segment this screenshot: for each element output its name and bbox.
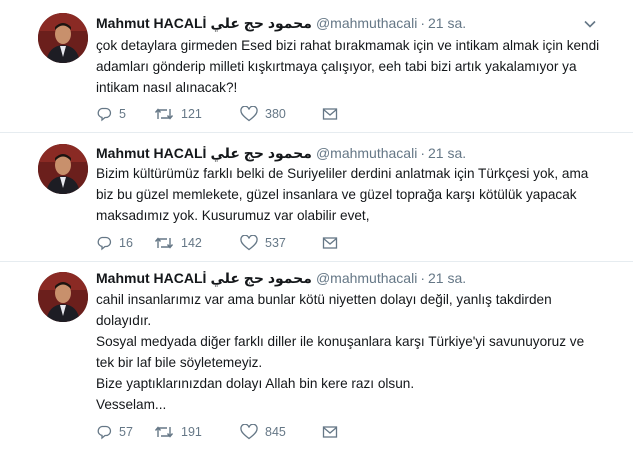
- heart-icon: [240, 424, 258, 440]
- reply-button[interactable]: 5: [96, 106, 154, 122]
- separator-dot: ·: [420, 145, 425, 161]
- retweet-icon: [154, 108, 174, 120]
- tweet-actions: 16 142 537: [96, 233, 338, 253]
- tweet-time[interactable]: 21 sa.: [428, 145, 466, 161]
- envelope-icon: [322, 108, 338, 120]
- retweet-button[interactable]: 142: [154, 235, 240, 251]
- like-button[interactable]: 845: [240, 424, 322, 440]
- like-button[interactable]: 380: [240, 106, 322, 122]
- dm-button[interactable]: [322, 424, 338, 440]
- envelope-icon: [322, 237, 338, 249]
- tweet[interactable]: Mahmut HACALİ محمود حج علي @mahmuthacali · 2…: [0, 0, 633, 133]
- dm-button[interactable]: [322, 106, 338, 122]
- avatar[interactable]: [38, 272, 88, 322]
- reply-button[interactable]: 16: [96, 235, 154, 251]
- author-name[interactable]: Mahmut HACALİ: [96, 145, 206, 161]
- tweet-paragraph: çok detaylara girmeden Esed bizi rahat b…: [96, 38, 600, 95]
- retweet-count: 191: [181, 425, 202, 439]
- reply-icon: [97, 425, 112, 440]
- retweet-icon: [154, 237, 174, 249]
- tweet[interactable]: Mahmut HACALİ محمود حج علي @mahmuthacali · 2…: [0, 262, 633, 451]
- heart-icon: [240, 106, 258, 122]
- author-name-arabic[interactable]: محمود حج علي: [210, 145, 312, 161]
- author-handle[interactable]: @mahmuthacali: [316, 15, 417, 31]
- retweet-button[interactable]: 121: [154, 106, 240, 122]
- reply-icon: [97, 236, 112, 251]
- author-name-arabic[interactable]: محمود حج علي: [210, 270, 312, 286]
- reply-count: 57: [119, 425, 133, 439]
- tweet-paragraph: Bizim kültürümüz farklı belki de Suriyel…: [96, 166, 589, 223]
- tweet-actions: 5 121 380: [96, 104, 338, 124]
- retweet-icon: [154, 426, 174, 438]
- retweet-button[interactable]: 191: [154, 424, 240, 440]
- author-name-arabic[interactable]: محمود حج علي: [210, 15, 312, 31]
- avatar-image: [38, 13, 88, 63]
- like-button[interactable]: 537: [240, 235, 322, 251]
- reply-icon: [97, 107, 112, 122]
- reply-button[interactable]: 57: [96, 424, 154, 440]
- like-count: 537: [265, 236, 286, 250]
- author-handle[interactable]: @mahmuthacali: [316, 145, 417, 161]
- tweet-text: cahil insanlarımız var ama bunlar kötü n…: [96, 289, 601, 415]
- reply-count: 16: [119, 236, 133, 250]
- tweet-paragraph: Bize yaptıklarınızdan dolayı Allah bin k…: [96, 376, 415, 391]
- envelope-icon: [322, 426, 338, 438]
- heart-icon: [240, 235, 258, 251]
- author-name[interactable]: Mahmut HACALİ: [96, 15, 206, 31]
- tweet-paragraph: Sosyal medyada diğer farklı diller ile k…: [96, 334, 585, 370]
- chevron-down-icon[interactable]: [583, 17, 597, 31]
- avatar[interactable]: [38, 13, 88, 63]
- tweet-text: çok detaylara girmeden Esed bizi rahat b…: [96, 35, 601, 98]
- tweet-actions: 57 191 845: [96, 422, 338, 442]
- tweet-header: Mahmut HACALİ محمود حج علي @mahmuthacali · 2…: [96, 143, 466, 163]
- retweet-count: 142: [181, 236, 202, 250]
- dm-button[interactable]: [322, 235, 338, 251]
- author-handle[interactable]: @mahmuthacali: [316, 270, 417, 286]
- author-name[interactable]: Mahmut HACALİ: [96, 270, 206, 286]
- tweet-header: Mahmut HACALİ محمود حج علي @mahmuthacali · 2…: [96, 268, 466, 288]
- tweet-paragraph: Vesselam...: [96, 397, 167, 412]
- tweet-time[interactable]: 21 sa.: [428, 15, 466, 31]
- tweet-paragraph: cahil insanlarımız var ama bunlar kötü n…: [96, 292, 552, 328]
- like-count: 380: [265, 107, 286, 121]
- tweet-header: Mahmut HACALİ محمود حج علي @mahmuthacali · 2…: [96, 13, 466, 33]
- reply-count: 5: [119, 107, 126, 121]
- separator-dot: ·: [420, 270, 425, 286]
- retweet-count: 121: [181, 107, 202, 121]
- avatar-image: [38, 144, 88, 194]
- tweet-text: Bizim kültürümüz farklı belki de Suriyel…: [96, 163, 601, 226]
- tweet-feed: Mahmut HACALİ محمود حج علي @mahmuthacali · 2…: [0, 0, 633, 451]
- tweet[interactable]: Mahmut HACALİ محمود حج علي @mahmuthacali · 2…: [0, 133, 633, 262]
- like-count: 845: [265, 425, 286, 439]
- avatar[interactable]: [38, 144, 88, 194]
- avatar-image: [38, 272, 88, 322]
- separator-dot: ·: [420, 15, 425, 31]
- tweet-time[interactable]: 21 sa.: [428, 270, 466, 286]
